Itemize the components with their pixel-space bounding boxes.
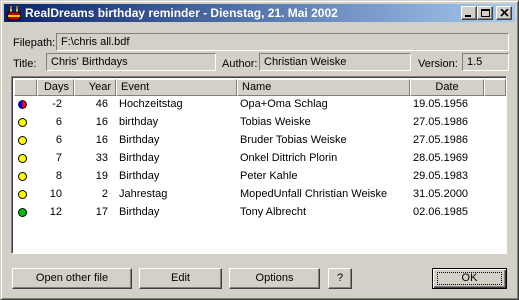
edit-button[interactable]: Edit	[139, 268, 222, 289]
column-header-date[interactable]: Date	[410, 79, 484, 96]
close-icon	[500, 9, 509, 17]
options-label: Options	[255, 272, 294, 284]
event-cell: Hochzeitstag	[119, 98, 183, 110]
table-row[interactable]: 10 2 Jahrestag MopedUnfall Christian Wei…	[14, 187, 506, 203]
ok-label: OK	[461, 272, 478, 284]
window-title: RealDreams birthday reminder - Dienstag,…	[25, 6, 338, 20]
maximize-icon	[481, 9, 490, 17]
column-header-year[interactable]: Year	[74, 79, 116, 96]
table-row[interactable]: 6 16 birthday Tobias Weiske 27.05.1986	[14, 115, 506, 131]
name-cell: MopedUnfall Christian Weiske	[240, 188, 388, 200]
open-other-file-button[interactable]: Open other file	[12, 268, 132, 289]
table-row[interactable]: 7 33 Birthday Onkel Dittrich Plorin 28.0…	[14, 151, 506, 167]
help-label: ?	[336, 272, 344, 284]
edit-label: Edit	[171, 272, 190, 284]
days-cell: 10	[49, 188, 62, 200]
version-field: 1.5	[462, 53, 509, 71]
table-row[interactable]: -2 46 Hochzeitstag Opa+Oma Schlag 19.05.…	[14, 97, 506, 113]
year-cell: 19	[95, 170, 108, 182]
date-cell: 27.05.1986	[413, 116, 469, 128]
status-marker-icon	[18, 118, 27, 127]
year-cell: 46	[95, 98, 108, 110]
title-label: Title:	[13, 58, 37, 70]
event-cell: Birthday	[119, 152, 160, 164]
name-cell: Bruder Tobias Weiske	[240, 134, 347, 146]
event-cell: Birthday	[119, 170, 160, 182]
open-other-file-label: Open other file	[35, 272, 109, 284]
year-cell: 16	[95, 134, 108, 146]
author-field: Christian Weiske	[259, 53, 411, 71]
main-window: RealDreams birthday reminder - Dienstag,…	[0, 0, 519, 300]
table-row[interactable]: 12 17 Birthday Tony Albrecht 02.06.1985	[14, 205, 506, 221]
table-row[interactable]: 6 16 Birthday Bruder Tobias Weiske 27.05…	[14, 133, 506, 149]
title-bar[interactable]: RealDreams birthday reminder - Dienstag,…	[4, 4, 515, 22]
title-field: Chris' Birthdays	[46, 53, 216, 71]
name-cell: Tobias Weiske	[240, 116, 311, 128]
event-cell: Birthday	[119, 206, 160, 218]
status-marker-icon	[18, 208, 27, 217]
column-header-event[interactable]: Event	[116, 79, 237, 96]
birthday-list[interactable]: Days Year Event Name Date -2 46 Hochzeit…	[11, 76, 507, 254]
date-cell: 29.05.1983	[413, 170, 469, 182]
help-button[interactable]: ?	[328, 268, 352, 289]
year-cell: 17	[95, 206, 108, 218]
close-button[interactable]	[496, 6, 512, 20]
event-cell: Jahrestag	[119, 188, 168, 200]
ok-button[interactable]: OK	[432, 268, 507, 289]
event-cell: Birthday	[119, 134, 160, 146]
year-cell: 16	[95, 116, 108, 128]
days-cell: 6	[55, 134, 62, 146]
event-cell: birthday	[119, 116, 159, 128]
days-cell: 6	[55, 116, 62, 128]
date-cell: 28.05.1969	[413, 152, 469, 164]
date-cell: 27.05.1986	[413, 134, 469, 146]
date-cell: 02.06.1985	[413, 206, 469, 218]
year-cell: 2	[101, 188, 108, 200]
days-cell: 12	[49, 206, 62, 218]
name-cell: Peter Kahle	[240, 170, 298, 182]
table-row[interactable]: 8 19 Birthday Peter Kahle 29.05.1983	[14, 169, 506, 185]
status-marker-icon	[18, 172, 27, 181]
author-label: Author:	[222, 58, 258, 70]
date-cell: 19.05.1956	[413, 98, 469, 110]
date-cell: 31.05.2000	[413, 188, 469, 200]
maximize-button[interactable]	[477, 6, 493, 20]
version-label: Version:	[418, 58, 458, 70]
days-cell: 7	[55, 152, 62, 164]
status-marker-icon	[18, 136, 27, 145]
name-cell: Opa+Oma Schlag	[240, 98, 328, 110]
column-header-filler	[484, 79, 506, 96]
app-icon	[7, 6, 21, 21]
column-header-days[interactable]: Days	[37, 79, 74, 96]
minimize-icon	[465, 15, 471, 17]
days-cell: -2	[52, 98, 62, 110]
list-header: Days Year Event Name Date	[14, 79, 506, 96]
name-cell: Onkel Dittrich Plorin	[240, 152, 338, 164]
minimize-button[interactable]	[461, 6, 477, 20]
filepath-field: F:\chris all.bdf	[56, 33, 509, 51]
name-cell: Tony Albrecht	[240, 206, 307, 218]
column-header-name[interactable]: Name	[237, 79, 410, 96]
status-marker-icon	[18, 154, 27, 163]
days-cell: 8	[55, 170, 62, 182]
status-marker-icon	[18, 100, 27, 109]
column-header-marker[interactable]	[14, 79, 37, 96]
year-cell: 33	[95, 152, 108, 164]
options-button[interactable]: Options	[229, 268, 320, 289]
filepath-label: Filepath:	[13, 37, 56, 49]
status-marker-icon	[18, 190, 27, 199]
